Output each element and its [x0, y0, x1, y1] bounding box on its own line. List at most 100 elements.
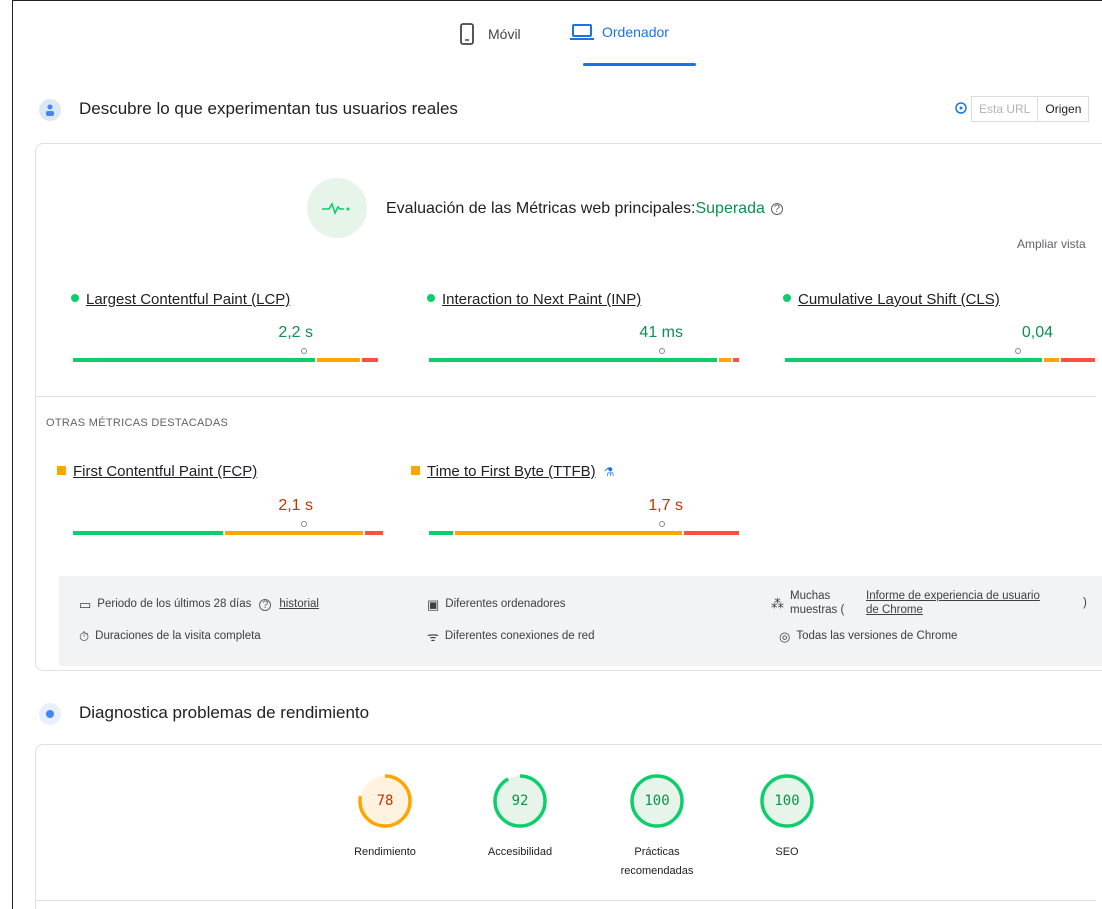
- good-segment: [73, 358, 315, 362]
- score-gauge: 100: [759, 773, 815, 829]
- active-tab-indicator: [583, 63, 696, 66]
- metric-cls-value: 0,04: [1021, 324, 1053, 341]
- average-segment: [455, 531, 682, 535]
- assessment-help-icon[interactable]: ?: [770, 202, 783, 215]
- metric-ttfb-name: Time to First Byte (TTFB): [427, 463, 596, 480]
- score-gauge: 92: [492, 773, 548, 829]
- devices-icon: ▣: [427, 597, 440, 612]
- footer-devices: ▣ Diferentes ordenadores: [427, 598, 565, 611]
- footer-period-text: Periodo de los últimos 28 días: [97, 598, 252, 610]
- metric-lcp-p75-marker: [301, 348, 307, 354]
- average-segment: [718, 358, 731, 362]
- pulse-icon: [307, 178, 367, 238]
- footer-versions-text: Todas las versiones de Chrome: [796, 630, 958, 642]
- crux-report-link[interactable]: Informe de experiencia de usuario de Chr…: [866, 589, 1041, 617]
- good-dot-icon: [783, 294, 791, 303]
- laptop-icon: [570, 24, 594, 40]
- metric-lcp-name: Largest Contentful Paint (LCP): [86, 291, 291, 308]
- footer-duration: ⏱ Duraciones de la visita completa: [79, 630, 261, 643]
- metric-inp-p75-marker: [659, 348, 665, 354]
- period-help-icon[interactable]: ?: [259, 599, 272, 611]
- metric-cls[interactable]: Cumulative Layout Shift (CLS): [783, 291, 1000, 308]
- toggle-this-url[interactable]: Esta URL: [972, 97, 1039, 121]
- score-accessibility[interactable]: 92 Accesibilidad: [470, 773, 570, 862]
- help-circle-icon[interactable]: [955, 101, 967, 119]
- poor-segment: [362, 358, 378, 362]
- footer-samples: ⁂ Muchas muestras ( Informe de experienc…: [771, 589, 1087, 617]
- metric-inp[interactable]: Interaction to Next Paint (INP): [427, 291, 641, 308]
- metric-cls-p75-marker: [1015, 348, 1021, 354]
- metric-cls-name: Cumulative Layout Shift (CLS): [798, 291, 1000, 308]
- poor-segment: [1061, 358, 1095, 362]
- tab-mobile-label: Móvil: [488, 26, 521, 42]
- metric-lcp[interactable]: Largest Contentful Paint (LCP): [71, 291, 290, 308]
- score-value: 100: [774, 793, 800, 809]
- good-dot-icon: [427, 294, 435, 303]
- good-segment: [429, 358, 717, 362]
- metric-fcp-distribution: [73, 531, 383, 535]
- score-performance[interactable]: 78 Rendimiento: [335, 773, 435, 862]
- metric-cls-distribution: [785, 358, 1095, 362]
- tab-desktop[interactable]: Ordenador: [570, 23, 669, 41]
- average-square-icon: [57, 465, 66, 475]
- metric-ttfb-value: 1,7 s: [648, 497, 683, 514]
- footer-duration-text: Duraciones de la visita completa: [95, 630, 261, 642]
- metric-lcp-value: 2,2 s: [278, 324, 313, 341]
- diagnostics-section-title: Diagnostica problemas de rendimiento: [79, 703, 370, 722]
- metric-fcp[interactable]: First Contentful Paint (FCP): [57, 463, 257, 480]
- poor-segment: [683, 531, 739, 535]
- score-label: SEO: [775, 846, 799, 858]
- footer-samples-text: Muchas muestras (: [790, 590, 845, 616]
- flask-icon: ⚗: [603, 465, 615, 479]
- average-segment: [1044, 358, 1060, 362]
- divider: [36, 396, 1096, 397]
- good-dot-icon: [71, 294, 79, 303]
- score-label: Accesibilidad: [487, 846, 553, 858]
- poor-segment: [732, 358, 739, 362]
- field-section-title: Descubre lo que experimentan tus usuario…: [79, 99, 458, 118]
- footer-period: ▭ Periodo de los últimos 28 días? historia…: [79, 598, 319, 611]
- wifi-icon: ᯤ: [427, 629, 439, 644]
- score-value: 100: [644, 793, 670, 809]
- score-value: 78: [376, 793, 394, 809]
- score-label: Rendimiento: [354, 846, 416, 858]
- score-gauge: 100: [629, 773, 685, 829]
- footer-networks: ᯤ Diferentes conexiones de red: [427, 630, 594, 643]
- chrome-icon: ◎: [779, 629, 791, 644]
- tab-desktop-label: Ordenador: [602, 24, 669, 40]
- good-segment: [73, 531, 223, 535]
- footer-devices-text: Diferentes ordenadores: [445, 598, 566, 610]
- expand-view-button[interactable]: Ampliar vista: [1017, 237, 1086, 251]
- samples-icon: ⁂: [771, 596, 784, 611]
- metric-ttfb[interactable]: Time to First Byte (TTFB) ⚗: [411, 463, 614, 480]
- average-segment: [316, 358, 361, 362]
- lab-icon: [39, 703, 61, 725]
- calendar-icon: ▭: [79, 597, 92, 612]
- timer-icon: ⏱: [79, 629, 90, 644]
- url-origin-toggle: Esta URL Origen: [971, 96, 1090, 122]
- score-seo[interactable]: 100 SEO: [737, 773, 837, 862]
- metric-fcp-name: First Contentful Paint (FCP): [73, 463, 258, 480]
- metric-lcp-distribution: [73, 358, 383, 362]
- metric-fcp-p75-marker: [301, 521, 307, 527]
- tab-mobile[interactable]: Móvil: [460, 23, 521, 45]
- pagespeed-report: Móvil Ordenador Descubre lo que experime…: [12, 0, 1102, 909]
- assessment-label: Evaluación de las Métricas web principal…: [386, 200, 696, 217]
- assessment-status: Superada: [695, 200, 765, 217]
- metric-ttfb-p75-marker: [659, 521, 665, 527]
- average-segment: [224, 531, 363, 535]
- footer-networks-text: Diferentes conexiones de red: [444, 630, 595, 642]
- metric-inp-name: Interaction to Next Paint (INP): [442, 291, 642, 308]
- score-value: 92: [511, 793, 529, 809]
- good-segment: [429, 531, 454, 535]
- metric-fcp-value: 2,1 s: [278, 497, 313, 514]
- score-gauge: 78: [357, 773, 413, 829]
- phone-icon: [460, 23, 474, 45]
- toggle-origin[interactable]: Origen: [1038, 97, 1088, 121]
- history-link[interactable]: historial: [279, 598, 319, 610]
- good-segment: [785, 358, 1043, 362]
- other-metrics-title: OTRAS MÉTRICAS DESTACADAS: [46, 417, 229, 429]
- average-square-icon: [411, 465, 420, 475]
- score-best-practices[interactable]: 100 Prácticas recomendadas: [597, 773, 717, 881]
- divider: [36, 900, 1096, 901]
